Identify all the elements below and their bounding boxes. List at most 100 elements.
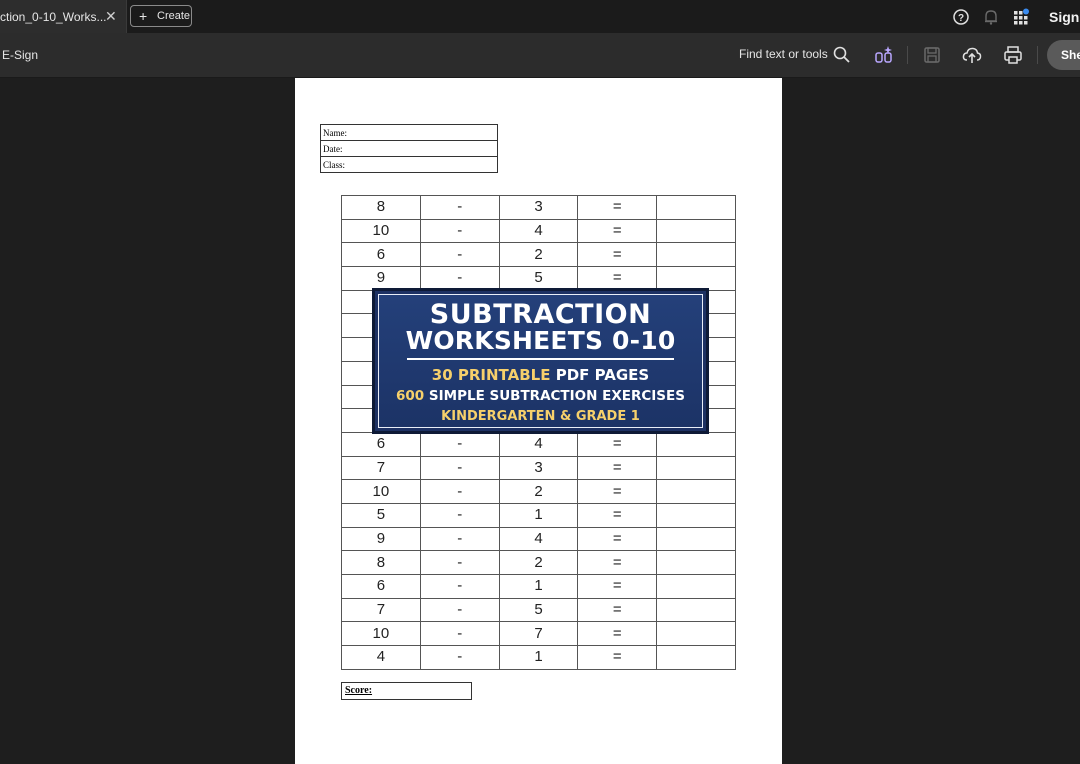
operator-cell: - (419, 195, 500, 220)
operator-cell: - (419, 242, 500, 268)
answer-cell (656, 526, 736, 552)
plus-icon: + (139, 8, 148, 24)
equals-cell: = (577, 431, 658, 457)
toolbar: E-Sign Find text or tools She (0, 33, 1080, 78)
operator-cell: - (419, 502, 500, 528)
share-button[interactable]: She (1047, 40, 1080, 70)
answer-cell (656, 550, 736, 575)
minuend-cell: 6 (341, 242, 421, 268)
minuend-cell: 8 (341, 195, 421, 220)
date-field: Date: (320, 140, 498, 157)
equals-cell: = (577, 195, 658, 220)
share-label: She (1061, 48, 1080, 62)
subtrahend-cell: 3 (498, 455, 579, 481)
bell-icon[interactable] (982, 8, 1000, 26)
save-icon[interactable] (922, 45, 942, 65)
subtrahend-cell: 4 (498, 526, 579, 552)
answer-cell (656, 502, 736, 528)
subtrahend-cell: 2 (498, 479, 579, 504)
operator-cell: - (419, 526, 500, 552)
equals-cell: = (577, 242, 658, 268)
minuend-cell: 10 (341, 621, 421, 647)
table-row: 10-7 = (341, 621, 736, 647)
table-row: 6-4 = (341, 431, 736, 457)
equals-cell: = (577, 218, 658, 244)
table-row: 7-3 = (341, 455, 736, 481)
banner-frame: SUBTRACTION WORKSHEETS 0-10 30 PRINTABLE… (378, 294, 703, 428)
subtrahend-cell: 2 (498, 550, 579, 575)
table-row: 5-1 = (341, 502, 736, 528)
close-icon[interactable]: ✕ (105, 8, 117, 24)
apps-grid-icon[interactable] (1012, 8, 1030, 26)
table-row: 10-2 = (341, 479, 736, 504)
subtrahend-cell: 4 (498, 431, 579, 457)
exercises-rest: SIMPLE SUBTRACTION EXERCISES (424, 388, 685, 404)
table-row: 10-4 = (341, 218, 736, 244)
toolbar-divider (1037, 46, 1038, 64)
document-tab[interactable]: ction_0-10_Works... ✕ (0, 0, 127, 33)
score-label: Score: (345, 685, 373, 696)
equals-cell: = (577, 574, 658, 599)
operator-cell: - (419, 431, 500, 457)
subtrahend-cell: 7 (498, 621, 579, 647)
subtrahend-cell: 1 (498, 502, 579, 528)
equals-cell: = (577, 621, 658, 647)
find-tools-label[interactable]: Find text or tools (739, 47, 828, 61)
minuend-cell: 9 (341, 526, 421, 552)
toolbar-divider (907, 46, 908, 64)
sign-in-link[interactable]: Sign (1049, 9, 1079, 25)
equals-cell: = (577, 502, 658, 528)
operator-cell: - (419, 455, 500, 481)
operator-cell: - (419, 550, 500, 575)
equals-cell: = (577, 597, 658, 623)
minuend-cell: 10 (341, 479, 421, 504)
operator-cell: - (419, 266, 500, 291)
answer-cell (656, 479, 736, 504)
table-row: 8-3 = (341, 195, 736, 220)
subtrahend-cell: 4 (498, 218, 579, 244)
minuend-cell: 10 (341, 218, 421, 244)
answer-cell (656, 266, 736, 291)
operator-cell: - (419, 574, 500, 599)
table-row: 6-2 = (341, 242, 736, 268)
banner-divider (407, 358, 674, 360)
banner-title-line2: WORKSHEETS 0-10 (405, 326, 676, 355)
minuend-cell: 4 (341, 645, 421, 670)
cloud-upload-icon[interactable] (962, 45, 982, 65)
subtrahend-cell: 5 (498, 266, 579, 291)
answer-cell (656, 218, 736, 244)
equals-cell: = (577, 479, 658, 504)
create-label: Create (157, 10, 191, 22)
answer-cell (656, 455, 736, 481)
print-icon[interactable] (1003, 45, 1023, 65)
name-field: Name: (320, 124, 498, 141)
table-row: 6-1 = (341, 574, 736, 599)
tab-title: ction_0-10_Works... (0, 10, 107, 24)
create-button[interactable]: + Create (130, 5, 192, 27)
answer-cell (656, 431, 736, 457)
minuend-cell: 8 (341, 550, 421, 575)
table-row: 4-1 = (341, 645, 736, 670)
ai-assistant-icon[interactable] (874, 45, 894, 65)
answer-cell (656, 242, 736, 268)
tab-bar: ction_0-10_Works... ✕ + Create ? Sign (0, 0, 1080, 33)
minuend-cell: 5 (341, 502, 421, 528)
minuend-cell: 6 (341, 574, 421, 599)
answer-cell (656, 195, 736, 220)
answer-cell (656, 621, 736, 647)
operator-cell: - (419, 479, 500, 504)
equals-cell: = (577, 550, 658, 575)
class-field: Class: (320, 156, 498, 173)
banner-exercises-line: 600 SIMPLE SUBTRACTION EXERCISES (379, 388, 702, 404)
help-icon[interactable]: ? (952, 8, 970, 26)
minuend-cell: 9 (341, 266, 421, 291)
pages-rest: PDF PAGES (550, 366, 650, 384)
table-row: 9-4 = (341, 526, 736, 552)
search-icon[interactable] (832, 45, 852, 65)
esign-tool[interactable]: E-Sign (2, 48, 38, 62)
subtrahend-cell: 3 (498, 195, 579, 220)
table-row: 9-5 = (341, 266, 736, 291)
banner-pages-line: 30 PRINTABLE PDF PAGES (379, 366, 702, 384)
equals-cell: = (577, 266, 658, 291)
subtrahend-cell: 1 (498, 645, 579, 670)
